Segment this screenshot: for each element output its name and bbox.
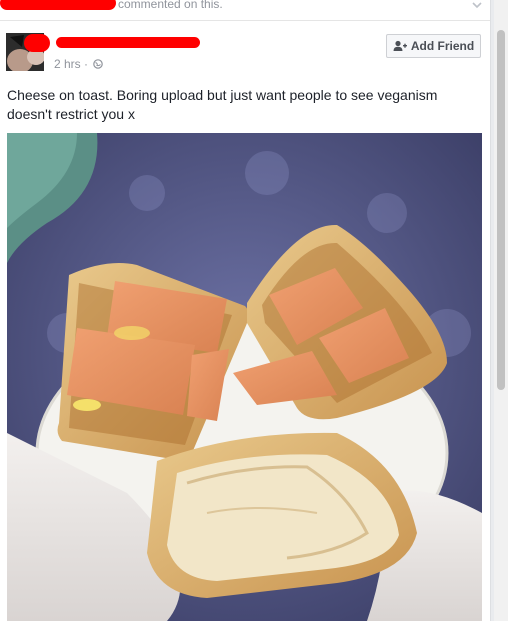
globe-icon [93, 59, 104, 69]
scrollbar-thumb[interactable] [497, 30, 505, 390]
redacted-poster-name[interactable] [56, 37, 200, 48]
redacted-avatar-mark [24, 34, 50, 52]
add-friend-icon [393, 40, 407, 51]
chevron-down-icon[interactable] [470, 0, 484, 12]
add-friend-button[interactable]: Add Friend [386, 34, 481, 58]
timestamp-text[interactable]: 2 hrs [54, 57, 81, 71]
post-photo[interactable] [7, 133, 482, 621]
story-activity-text: commented on this. [118, 0, 223, 11]
add-friend-label: Add Friend [410, 39, 475, 53]
post-timestamp[interactable]: 2 hrs · [54, 57, 104, 71]
redacted-name [0, 0, 116, 10]
post-body-text: Cheese on toast. Boring upload but just … [7, 87, 438, 122]
feed-story-card: commented on this. 2 hrs · Add Friend Ch… [0, 0, 491, 621]
story-header: commented on this. [0, 0, 490, 21]
scrollbar[interactable] [494, 0, 508, 621]
